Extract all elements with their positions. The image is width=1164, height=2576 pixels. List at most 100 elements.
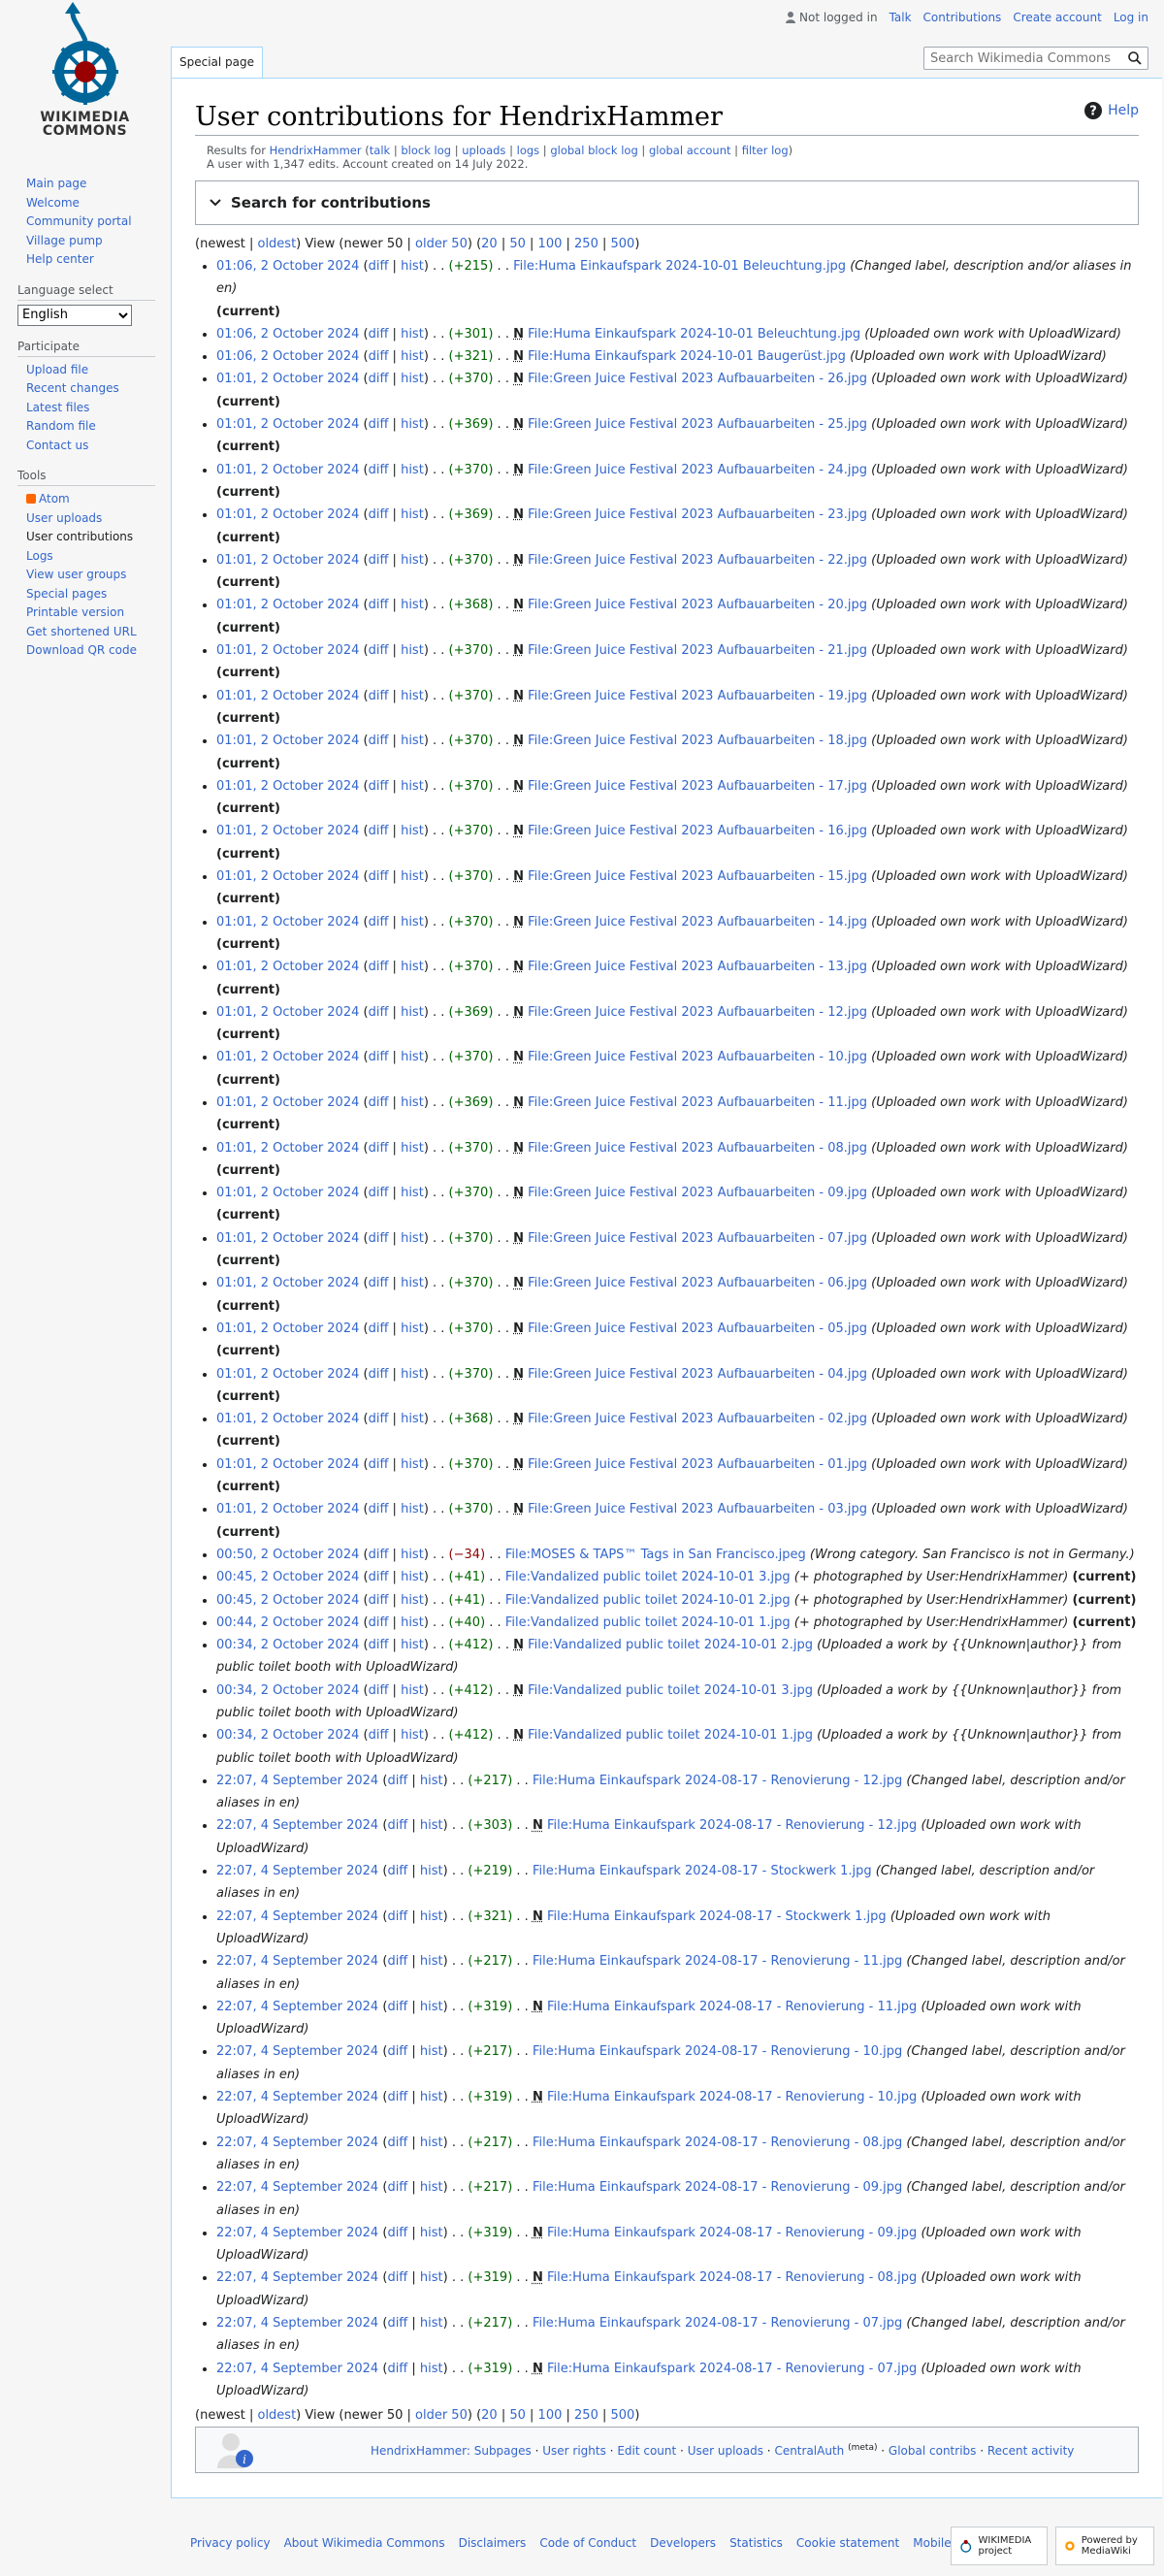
contrib-timestamp[interactable]: 01:01, 2 October 2024	[216, 960, 359, 974]
contrib-timestamp[interactable]: 22:07, 4 September 2024	[216, 2180, 378, 2195]
contrib-page-link[interactable]: File:Green Juice Festival 2023 Aufbauarb…	[528, 1095, 867, 1110]
contrib-hist-link[interactable]: hist	[401, 1321, 424, 1336]
contrib-page-link[interactable]: File:Huma Einkaufspark 2024-08-17 - Reno…	[533, 2316, 902, 2331]
contrib-hist-link[interactable]: hist	[401, 259, 424, 274]
contrib-hist-link[interactable]: hist	[401, 598, 424, 612]
sidebar-item-label[interactable]: Recent changes	[26, 381, 119, 395]
contrib-page-link[interactable]: File:Huma Einkaufspark 2024-08-17 - Reno…	[547, 2226, 917, 2240]
nav-limit-500[interactable]: 500	[611, 2408, 635, 2423]
contrib-diff-link[interactable]: diff	[369, 1548, 389, 1562]
contrib-diff-link[interactable]: diff	[369, 960, 389, 974]
contrib-diff-link[interactable]: diff	[369, 1231, 389, 1246]
nav-older-link[interactable]: older 50	[415, 237, 468, 251]
contrib-timestamp[interactable]: 01:01, 2 October 2024	[216, 1186, 359, 1200]
footer-link-disclaimers[interactable]: Disclaimers	[459, 2536, 527, 2550]
footer-link-cookie-statement[interactable]: Cookie statement	[796, 2536, 899, 2550]
log-in-link[interactable]: Log in	[1114, 11, 1148, 24]
contrib-diff-link[interactable]: diff	[387, 1818, 407, 1833]
contrib-hist-link[interactable]: hist	[420, 2136, 443, 2150]
contrib-page-link[interactable]: File:Green Juice Festival 2023 Aufbauarb…	[528, 689, 867, 703]
sidebar-item-label[interactable]: Latest files	[26, 401, 89, 414]
user-link-logs[interactable]: logs	[517, 144, 540, 157]
contrib-hist-link[interactable]: hist	[401, 1502, 424, 1516]
contrib-hist-link[interactable]: hist	[401, 1615, 424, 1630]
contrib-diff-link[interactable]: diff	[369, 779, 389, 794]
sidebar-item-label[interactable]: Help center	[26, 252, 94, 266]
contrib-hist-link[interactable]: hist	[401, 734, 424, 748]
sidebar-item-atom[interactable]: Atom	[26, 490, 155, 509]
contrib-diff-link[interactable]: diff	[369, 507, 389, 522]
contrib-page-link[interactable]: File:Green Juice Festival 2023 Aufbauarb…	[528, 915, 867, 929]
contrib-diff-link[interactable]: diff	[387, 2226, 407, 2240]
contrib-timestamp[interactable]: 01:01, 2 October 2024	[216, 417, 359, 432]
sidebar-item-label[interactable]: Main page	[26, 177, 86, 190]
contrib-timestamp[interactable]: 22:07, 4 September 2024	[216, 2316, 378, 2331]
create-account-link[interactable]: Create account	[1013, 11, 1102, 24]
contrib-timestamp[interactable]: 01:01, 2 October 2024	[216, 643, 359, 658]
contrib-page-link[interactable]: File:Green Juice Festival 2023 Aufbauarb…	[528, 1321, 867, 1336]
contrib-hist-link[interactable]: hist	[401, 553, 424, 568]
contrib-timestamp[interactable]: 01:01, 2 October 2024	[216, 734, 359, 748]
language-select[interactable]: English	[17, 304, 132, 326]
sidebar-item-special-pages[interactable]: Special pages	[26, 585, 155, 604]
contrib-page-link[interactable]: File:Green Juice Festival 2023 Aufbauarb…	[528, 507, 867, 522]
contrib-diff-link[interactable]: diff	[369, 598, 389, 612]
contrib-timestamp[interactable]: 22:07, 4 September 2024	[216, 2090, 378, 2104]
contrib-timestamp[interactable]: 01:01, 2 October 2024	[216, 869, 359, 884]
contrib-timestamp[interactable]: 01:01, 2 October 2024	[216, 1095, 359, 1110]
sidebar-item-user-contributions[interactable]: User contributions	[26, 528, 155, 547]
contrib-timestamp[interactable]: 00:34, 2 October 2024	[216, 1728, 359, 1743]
contrib-diff-link[interactable]: diff	[387, 2000, 407, 2014]
sidebar-item-label[interactable]: Community portal	[26, 214, 132, 228]
contrib-hist-link[interactable]: hist	[420, 1774, 443, 1788]
contrib-diff-link[interactable]: diff	[369, 1728, 389, 1743]
contrib-diff-link[interactable]: diff	[387, 2180, 407, 2195]
contrib-timestamp[interactable]: 01:01, 2 October 2024	[216, 779, 359, 794]
contrib-diff-link[interactable]: diff	[369, 553, 389, 568]
contrib-timestamp[interactable]: 22:07, 4 September 2024	[216, 1909, 378, 1924]
help-label[interactable]: Help	[1108, 103, 1139, 118]
contrib-diff-link[interactable]: diff	[387, 2044, 407, 2059]
sidebar-item-village-pump[interactable]: Village pump	[26, 232, 155, 251]
footer-link-about-wikimedia-commons[interactable]: About Wikimedia Commons	[284, 2536, 445, 2550]
sidebar-item-label[interactable]: Special pages	[26, 587, 107, 601]
nav-limit-500[interactable]: 500	[611, 237, 635, 251]
contrib-hist-link[interactable]: hist	[401, 915, 424, 929]
userbox-link-centralauth[interactable]: CentralAuth	[774, 2444, 844, 2458]
contrib-page-link[interactable]: File:Green Juice Festival 2023 Aufbauarb…	[528, 598, 867, 612]
contrib-hist-link[interactable]: hist	[401, 349, 424, 364]
contrib-diff-link[interactable]: diff	[387, 2362, 407, 2376]
contrib-diff-link[interactable]: diff	[369, 734, 389, 748]
contrib-page-link[interactable]: File:Huma Einkaufspark 2024-08-17 - Reno…	[533, 2044, 902, 2059]
contrib-hist-link[interactable]: hist	[420, 2090, 443, 2104]
contrib-diff-link[interactable]: diff	[387, 1774, 407, 1788]
nav-limit-50[interactable]: 50	[509, 2408, 526, 2423]
nav-oldest-link[interactable]: oldest	[257, 237, 296, 251]
contrib-hist-link[interactable]: hist	[401, 1276, 424, 1290]
contrib-diff-link[interactable]: diff	[369, 824, 389, 838]
sidebar-item-printable-version[interactable]: Printable version	[26, 603, 155, 623]
contrib-hist-link[interactable]: hist	[420, 2316, 443, 2331]
contrib-hist-link[interactable]: hist	[401, 1367, 424, 1382]
user-subpages-link[interactable]: HendrixHammer: Subpages	[371, 2444, 532, 2458]
contrib-hist-link[interactable]: hist	[401, 869, 424, 884]
contrib-timestamp[interactable]: 01:01, 2 October 2024	[216, 915, 359, 929]
contrib-hist-link[interactable]: hist	[420, 1909, 443, 1924]
contrib-diff-link[interactable]: diff	[387, 2270, 407, 2285]
sidebar-item-label[interactable]: User uploads	[26, 511, 102, 525]
nav-limit-250[interactable]: 250	[574, 237, 598, 251]
contrib-page-link[interactable]: File:Green Juice Festival 2023 Aufbauarb…	[528, 1231, 867, 1246]
contrib-page-link[interactable]: File:Green Juice Festival 2023 Aufbauarb…	[528, 734, 867, 748]
contrib-page-link[interactable]: File:Huma Einkaufspark 2024-08-17 - Stoc…	[533, 1864, 872, 1878]
contrib-timestamp[interactable]: 01:01, 2 October 2024	[216, 1321, 359, 1336]
user-link[interactable]: HendrixHammer	[270, 144, 362, 157]
userbox-link-edit-count[interactable]: Edit count	[617, 2444, 676, 2458]
contrib-page-link[interactable]: File:Huma Einkaufspark 2024-08-17 - Reno…	[547, 2270, 917, 2285]
sidebar-item-label[interactable]: Random file	[26, 419, 96, 433]
contrib-page-link[interactable]: File:Green Juice Festival 2023 Aufbauarb…	[528, 869, 867, 884]
contrib-page-link[interactable]: File:Green Juice Festival 2023 Aufbauarb…	[528, 1005, 867, 1020]
sidebar-item-label[interactable]: Printable version	[26, 605, 124, 619]
contrib-timestamp[interactable]: 01:01, 2 October 2024	[216, 372, 359, 386]
contrib-hist-link[interactable]: hist	[420, 2044, 443, 2059]
contrib-page-link[interactable]: File:Green Juice Festival 2023 Aufbauarb…	[528, 1141, 867, 1156]
